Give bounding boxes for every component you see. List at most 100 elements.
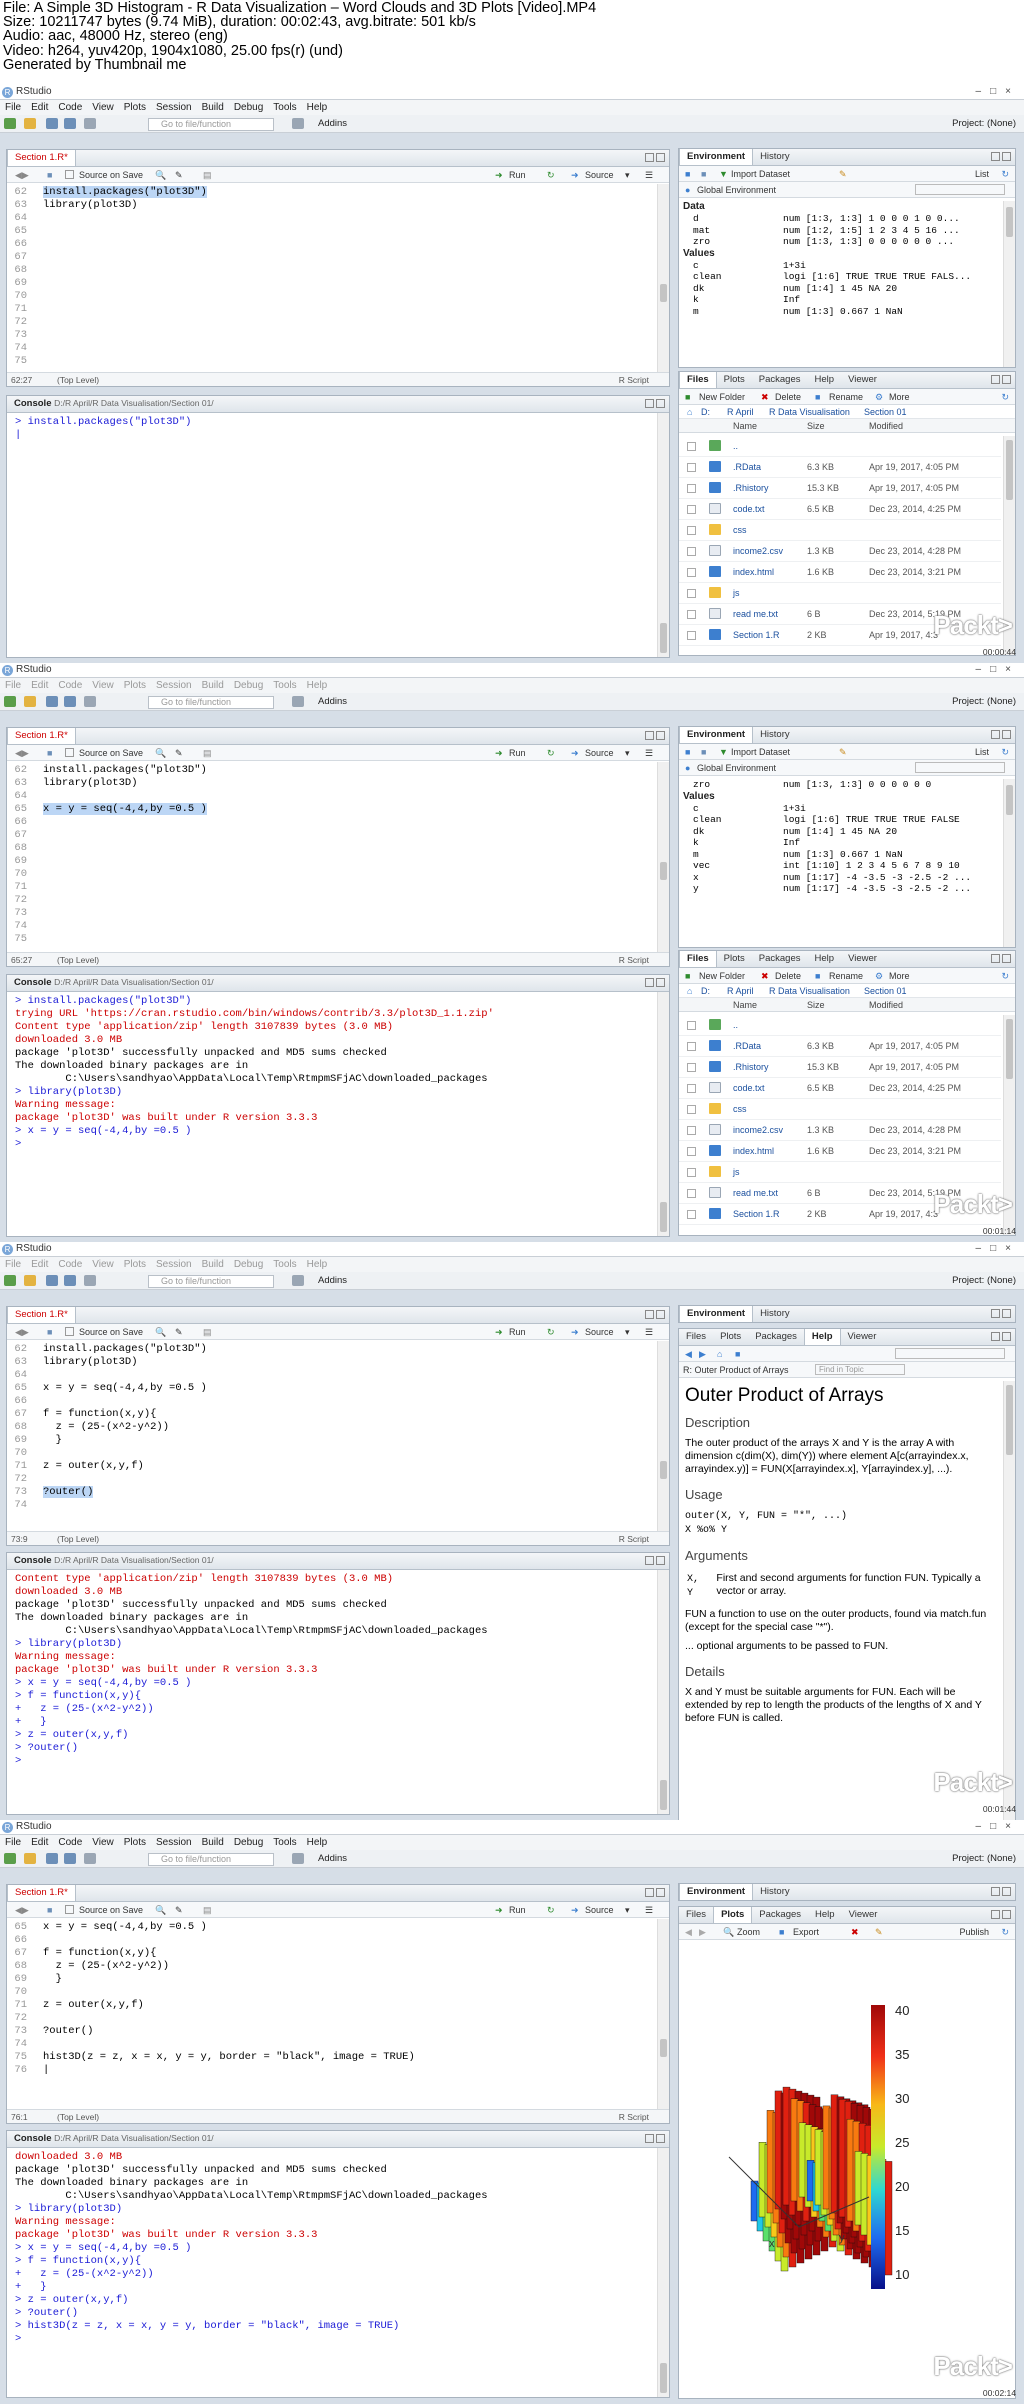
wand-icon[interactable]: ✎ [175, 1327, 183, 1338]
pane-controls[interactable] [989, 1332, 1011, 1342]
tab-console[interactable]: Console D:/R April/R Data Visualisation/… [7, 2131, 221, 2147]
wand-icon[interactable]: ✎ [175, 170, 183, 181]
code-line[interactable]: 70 [7, 1986, 655, 1999]
project-menu[interactable]: Project: (None) [952, 696, 1016, 707]
tab-section-1-r[interactable]: Section 1.R* [7, 1307, 76, 1323]
source-on-save-checkbox[interactable] [65, 170, 74, 179]
code-area[interactable]: 62 install.packages("plot3D") 63 library(pl… [7, 1343, 655, 1531]
file-row[interactable]: income2.csv 1.3 KB Dec 23, 2014, 4:28 PM [679, 541, 1001, 562]
code-line[interactable]: 68 [7, 264, 655, 277]
global-environment-select[interactable]: Global Environment [697, 763, 776, 773]
env-row[interactable]: m num [1:3] 0.667 1 NaN [679, 306, 1001, 318]
source-arrow-icon[interactable]: ➜ [571, 748, 579, 759]
rename-icon[interactable]: ■ [815, 392, 820, 402]
rerun-icon[interactable]: ↻ [547, 1905, 555, 1916]
save-icon[interactable] [46, 1853, 58, 1864]
tab-history[interactable]: History [753, 1306, 797, 1322]
tab-environment[interactable]: Environment [679, 727, 754, 743]
menu-plots[interactable]: Plots [119, 678, 151, 691]
menu-tools[interactable]: Tools [268, 1257, 301, 1270]
publish-button[interactable]: Publish [959, 1927, 989, 1937]
refresh-icon[interactable]: ↻ [1001, 392, 1009, 403]
open-file-icon[interactable] [24, 696, 36, 707]
goto-file-input[interactable]: Go to file/function [148, 696, 274, 709]
save-icon[interactable] [46, 696, 58, 707]
console-scrollbar[interactable] [657, 2148, 669, 2397]
save-icon[interactable]: ■ [701, 747, 706, 757]
back-arrow-icon[interactable]: ◀▶ [15, 170, 29, 181]
tab-environment[interactable]: Environment [679, 149, 754, 165]
file-checkbox[interactable] [687, 568, 696, 577]
code-line[interactable]: 73 [7, 907, 655, 920]
file-row[interactable]: .RData 6.3 KB Apr 19, 2017, 4:05 PM [679, 457, 1001, 478]
source-on-save-checkbox[interactable] [65, 1327, 74, 1336]
column-name[interactable]: Name [733, 1000, 757, 1010]
code-line[interactable]: 66 [7, 238, 655, 251]
grid-icon[interactable] [292, 696, 304, 707]
env-row[interactable]: c 1+3i [679, 260, 1001, 272]
code-line[interactable]: 67 f = function(x,y){ [7, 1408, 655, 1421]
console-scrollbar[interactable] [657, 1570, 669, 1814]
column-name[interactable]: Name [733, 421, 757, 431]
menu-help[interactable]: Help [302, 678, 333, 691]
menu-plots[interactable]: Plots [119, 1257, 151, 1270]
outline-icon[interactable]: ☰ [645, 748, 653, 759]
file-type-label[interactable]: R Script [619, 1534, 649, 1544]
back-icon[interactable]: ◀ [685, 1349, 692, 1360]
code-line[interactable]: 69 } [7, 1973, 655, 1986]
file-row[interactable]: .. [679, 1015, 1001, 1036]
menu-plots[interactable]: Plots [119, 1835, 151, 1848]
tab-plots[interactable]: Plots [713, 1329, 748, 1345]
new-folder-button[interactable]: New Folder [699, 971, 745, 981]
file-checkbox[interactable] [687, 442, 696, 451]
run-button[interactable]: Run [509, 1327, 526, 1337]
breadcrumb-item[interactable]: R Data Visualisation [769, 407, 850, 417]
pane-controls[interactable] [989, 152, 1011, 162]
code-line[interactable]: 70 [7, 868, 655, 881]
search-icon[interactable]: 🔍 [155, 170, 166, 181]
wand-icon[interactable]: ✎ [175, 1905, 183, 1916]
run-arrow-icon[interactable]: ➜ [495, 748, 503, 759]
code-line[interactable]: 75 [7, 355, 655, 368]
tab-console[interactable]: Console D:/R April/R Data Visualisation/… [7, 1553, 221, 1569]
rerun-icon[interactable]: ↻ [547, 170, 555, 181]
code-line[interactable]: 63 library(plot3D) [7, 777, 655, 790]
forward-icon[interactable]: ▶ [699, 1927, 706, 1938]
menu-tools[interactable]: Tools [268, 678, 301, 691]
menu-debug[interactable]: Debug [229, 678, 268, 691]
file-checkbox[interactable] [687, 463, 696, 472]
menu-code[interactable]: Code [53, 1257, 87, 1270]
menu-session[interactable]: Session [151, 1257, 197, 1270]
pane-controls[interactable] [643, 2134, 665, 2144]
code-line[interactable]: 72 [7, 1473, 655, 1486]
rerun-icon[interactable]: ↻ [547, 748, 555, 759]
pane-controls[interactable] [643, 1888, 665, 1898]
code-line[interactable]: 64 [7, 1369, 655, 1382]
column-modified[interactable]: Modified [869, 421, 903, 431]
file-checkbox[interactable] [687, 1021, 696, 1030]
save-icon[interactable]: ■ [47, 1905, 52, 1915]
back-arrow-icon[interactable]: ◀▶ [15, 748, 29, 759]
breadcrumb-item[interactable]: D: [701, 986, 710, 996]
code-line[interactable]: 67 f = function(x,y){ [7, 1947, 655, 1960]
menu-tools[interactable]: Tools [268, 1835, 301, 1848]
menu-debug[interactable]: Debug [229, 100, 268, 113]
code-line[interactable]: 63 library(plot3D) [7, 1356, 655, 1369]
tab-packages[interactable]: Packages [752, 951, 808, 967]
menu-session[interactable]: Session [151, 678, 197, 691]
code-line[interactable]: 72 [7, 316, 655, 329]
menu-tools[interactable]: Tools [268, 100, 301, 113]
code-line[interactable]: 68 z = (25-(x^2-y^2)) [7, 1960, 655, 1973]
print-icon[interactable] [84, 1275, 96, 1286]
outline-icon[interactable]: ☰ [645, 1905, 653, 1916]
code-line[interactable]: 66 [7, 1395, 655, 1408]
menu-code[interactable]: Code [53, 100, 87, 113]
tab-help[interactable]: Help [803, 1329, 841, 1345]
code-line[interactable]: 74 [7, 342, 655, 355]
env-row[interactable]: dk num [1:4] 1 45 NA 20 [679, 283, 1001, 295]
source-on-save-checkbox[interactable] [65, 1905, 74, 1914]
source-button[interactable]: Source [585, 1905, 614, 1915]
code-line[interactable]: 72 [7, 2012, 655, 2025]
scope-label[interactable]: (Top Level) [57, 375, 99, 385]
env-search-input[interactable] [915, 762, 1005, 773]
